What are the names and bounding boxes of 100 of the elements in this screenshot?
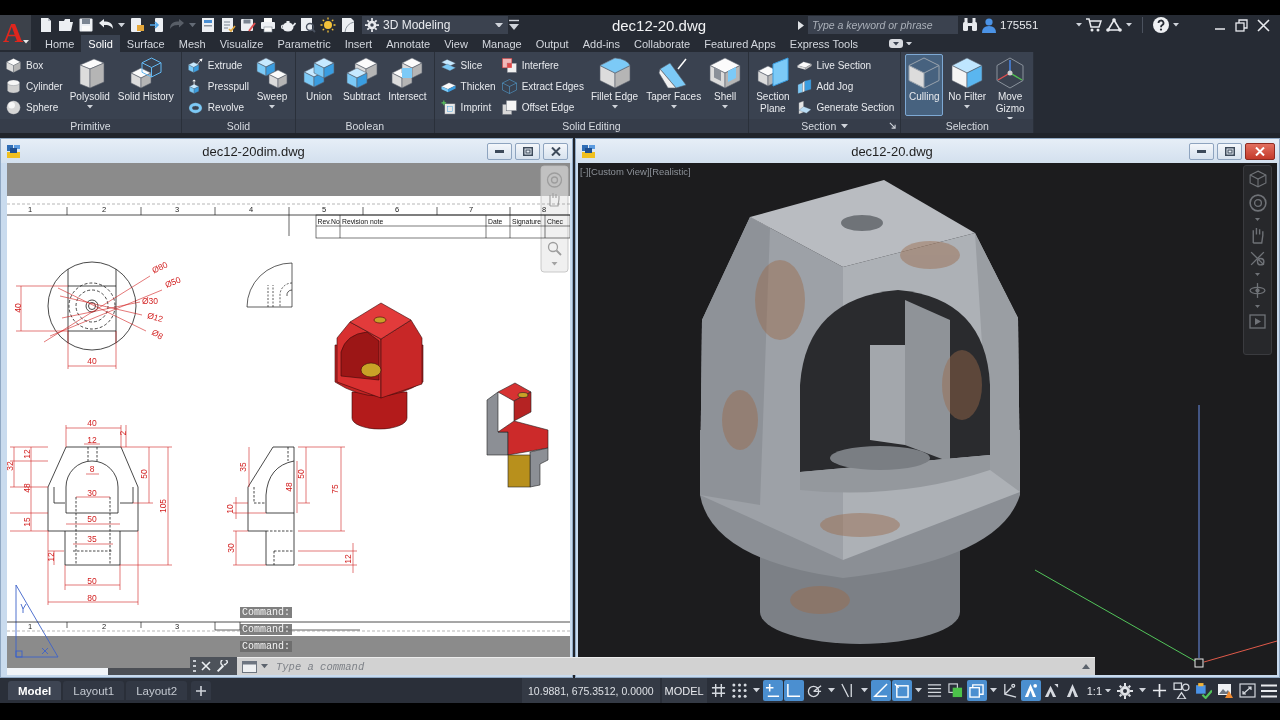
ribbon-tab[interactable]: Surface xyxy=(119,35,172,52)
status-toggle-button[interactable] xyxy=(891,680,912,701)
caret-icon[interactable] xyxy=(1173,23,1180,27)
caret-icon[interactable] xyxy=(964,105,971,109)
status-toggle-button[interactable] xyxy=(729,680,750,701)
ribbon-tab[interactable]: Parametric xyxy=(270,35,338,52)
ribbon-tool-button[interactable]: Thicken xyxy=(438,76,498,97)
ribbon-tool-button[interactable]: Intersect xyxy=(385,54,430,116)
play-screen-icon[interactable] xyxy=(1249,314,1266,329)
triangle-icon[interactable] xyxy=(798,20,804,30)
model-space-button[interactable]: MODEL xyxy=(661,678,707,703)
close-icon[interactable] xyxy=(201,661,211,671)
viewport-controls[interactable]: [-][Custom View][Realistic] xyxy=(580,166,691,177)
sun-icon[interactable] xyxy=(320,17,336,33)
ribbon-tool-button[interactable]: Fillet Edge xyxy=(587,54,642,116)
ribbon-tab[interactable]: Collaborate xyxy=(626,35,698,52)
caret-icon[interactable] xyxy=(753,688,761,693)
triangle-nodes-icon[interactable] xyxy=(1106,18,1123,32)
window-icon[interactable] xyxy=(242,660,257,673)
caret-icon[interactable] xyxy=(23,40,29,44)
ribbon-tool-button[interactable]: No Filter xyxy=(945,54,990,116)
close-button[interactable] xyxy=(1245,142,1275,160)
layout-tab[interactable]: Layout2 xyxy=(126,681,188,700)
status-toggle-button[interactable] xyxy=(783,680,804,701)
ribbon-tool-button[interactable]: Union xyxy=(300,54,338,116)
save-icon[interactable] xyxy=(78,17,94,33)
ribbon-tab[interactable]: Add-ins xyxy=(575,35,627,52)
caret-icon[interactable] xyxy=(86,105,93,109)
status-toggle-button[interactable] xyxy=(762,680,783,701)
page-curl-icon[interactable] xyxy=(340,17,356,33)
cart-icon[interactable] xyxy=(1086,18,1103,32)
caret-icon[interactable] xyxy=(990,688,998,693)
cube-outline-icon[interactable] xyxy=(1248,170,1267,188)
user-id[interactable]: 175551 xyxy=(1000,19,1039,31)
restore-icon[interactable] xyxy=(1235,18,1248,32)
caret-icon[interactable] xyxy=(1007,117,1014,121)
page-magnifier-icon[interactable] xyxy=(300,17,316,33)
caret-icon[interactable] xyxy=(915,688,923,693)
maximize-button[interactable] xyxy=(1217,142,1242,160)
ribbon-tool-button[interactable]: Interfere xyxy=(499,55,586,76)
ribbon-tab[interactable]: Mesh xyxy=(171,35,213,52)
ribbon-tool-button[interactable]: Move Gizmo xyxy=(991,54,1030,116)
layout-tab[interactable]: Model xyxy=(8,681,62,700)
corner-arrow-icon[interactable] xyxy=(889,122,897,129)
folder-icon[interactable] xyxy=(58,17,74,33)
help-icon[interactable] xyxy=(1153,17,1170,33)
caret-icon[interactable] xyxy=(1076,23,1083,27)
ribbon-tool-button[interactable]: Subtract xyxy=(340,54,384,116)
orbit-icon[interactable] xyxy=(1249,282,1266,299)
ribbon-tab[interactable]: Insert xyxy=(337,35,380,52)
ribbon-tool-button[interactable]: Live Section xyxy=(794,55,897,76)
caret-up-icon[interactable] xyxy=(1082,664,1090,669)
phone-arrow-icon[interactable] xyxy=(149,17,165,33)
caret-icon[interactable] xyxy=(1126,23,1133,27)
ribbon-tab[interactable]: Annotate xyxy=(379,35,438,52)
caret-icon[interactable] xyxy=(670,105,677,109)
page-icon[interactable] xyxy=(38,17,54,33)
menu-icon[interactable] xyxy=(1261,683,1277,698)
layout-tab[interactable]: Layout1 xyxy=(63,681,125,700)
ribbon-tab[interactable]: Home xyxy=(38,35,82,52)
ribbon-tab[interactable]: Featured Apps xyxy=(697,35,783,52)
ribbon-tab[interactable]: View xyxy=(437,35,475,52)
caret-icon[interactable] xyxy=(118,22,125,28)
scrollbar-thumb[interactable] xyxy=(108,668,190,675)
ribbon-tab[interactable]: Express Tools xyxy=(782,35,866,52)
caret-icon[interactable] xyxy=(722,105,729,109)
ribbon-tool-button[interactable]: Section Plane xyxy=(753,54,793,116)
ribbon-tool-button[interactable]: Slice xyxy=(438,55,498,76)
workspace-dropdown[interactable]: 3D Modeling xyxy=(362,16,508,34)
form-page-icon[interactable] xyxy=(200,17,216,33)
binoculars-icon[interactable] xyxy=(962,18,978,32)
ribbon-tool-button[interactable]: Offset Edge xyxy=(499,97,586,118)
ribbon-tool-button[interactable]: Taper Faces xyxy=(643,54,705,116)
status-toggle-button[interactable] xyxy=(966,680,987,701)
close-button[interactable] xyxy=(543,142,568,160)
plus-icon[interactable] xyxy=(1151,683,1167,698)
new-layout-button[interactable] xyxy=(191,681,212,700)
settings-icon[interactable] xyxy=(1117,682,1133,699)
picture-icon[interactable] xyxy=(1216,683,1234,698)
user-icon[interactable] xyxy=(982,17,996,33)
disk-pencil-icon[interactable] xyxy=(240,17,256,33)
search-field[interactable]: Type a keyword or phrase xyxy=(808,16,958,34)
menu-caret-icon[interactable] xyxy=(508,19,520,31)
ribbon-tool-button[interactable]: Generate Section xyxy=(794,97,897,118)
close-icon[interactable] xyxy=(1257,18,1270,32)
fullscreen-icon[interactable] xyxy=(1238,683,1256,698)
caret-icon[interactable] xyxy=(861,688,869,693)
ribbon-tool-button[interactable]: Culling xyxy=(905,54,944,116)
printer-icon[interactable] xyxy=(260,17,276,33)
minimize-button[interactable] xyxy=(1189,142,1214,160)
ribbon-tool-button[interactable]: Presspull xyxy=(185,76,251,97)
caret-icon[interactable] xyxy=(495,22,503,28)
zoom-arrows-icon[interactable] xyxy=(1249,250,1266,267)
caret-icon[interactable] xyxy=(611,105,618,109)
ribbon-tool-button[interactable]: Sphere xyxy=(4,97,65,118)
ribbon-tool-button[interactable]: Sweep xyxy=(253,54,291,116)
caret-icon[interactable] xyxy=(261,664,268,669)
ribbon-tab[interactable]: Solid xyxy=(81,35,120,52)
ribbon-tab[interactable]: Visualize xyxy=(212,35,271,52)
minimize-button[interactable] xyxy=(487,142,512,160)
